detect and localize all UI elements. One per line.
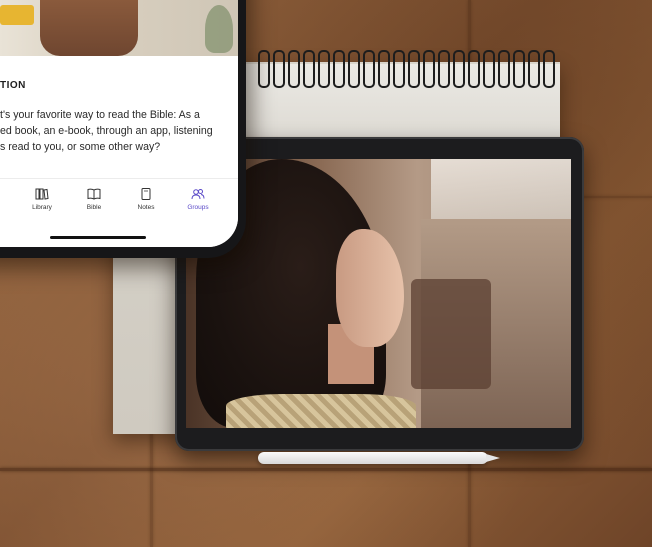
- coil-loop: [513, 50, 525, 88]
- coil-loop: [408, 50, 420, 88]
- coil-loop: [543, 50, 555, 88]
- tab-label: Bible: [86, 204, 102, 211]
- coil-loop: [288, 50, 300, 88]
- smartphone: TION t's your favorite way to read the B…: [0, 0, 246, 258]
- library-icon: [35, 188, 49, 200]
- room-window: [431, 159, 571, 219]
- question-line: s read to you, or some other way?: [0, 141, 161, 153]
- coil-loop: [423, 50, 435, 88]
- discussion-question: t's your favorite way to read the Bible:…: [0, 107, 232, 155]
- groups-icon: [191, 189, 205, 200]
- leather-seam: [150, 430, 153, 547]
- coil-loop: [348, 50, 360, 88]
- stylus-pencil: [258, 452, 488, 464]
- tab-library[interactable]: Library: [22, 188, 62, 211]
- coil-loop: [483, 50, 495, 88]
- coil-loop: [303, 50, 315, 88]
- section-label: TION: [0, 80, 26, 91]
- video-thumbnail[interactable]: [0, 0, 238, 56]
- coil-loop: [453, 50, 465, 88]
- tab-notes[interactable]: Notes: [126, 188, 166, 211]
- lamp-shape: [0, 5, 34, 25]
- question-line: t's your favorite way to read the Bible:…: [0, 109, 200, 121]
- photo-scene: TION t's your favorite way to read the B…: [0, 0, 652, 547]
- tab-label: Groups: [187, 204, 209, 211]
- room-chair: [411, 279, 491, 389]
- coil-loop: [333, 50, 345, 88]
- question-line: ed book, an e-book, through an app, list…: [0, 125, 213, 137]
- coil-loop: [318, 50, 330, 88]
- person-shape: [40, 0, 138, 56]
- woman-blouse: [226, 394, 416, 428]
- coil-loop: [258, 50, 270, 88]
- coil-loop: [438, 50, 450, 88]
- open-book-icon: [87, 188, 101, 200]
- coil-loop: [363, 50, 375, 88]
- tab-bible[interactable]: Bible: [74, 188, 114, 211]
- tab-groups[interactable]: Groups: [178, 188, 218, 211]
- plant-shape: [205, 5, 233, 53]
- home-indicator[interactable]: [50, 236, 146, 239]
- stylus-tip: [486, 454, 500, 462]
- leather-seam: [0, 468, 652, 471]
- tab-label: Library: [32, 204, 52, 211]
- coil-loop: [273, 50, 285, 88]
- coil-loop: [528, 50, 540, 88]
- notes-icon: [141, 188, 151, 200]
- coil-loop: [468, 50, 480, 88]
- coil-loop: [498, 50, 510, 88]
- coil-loop: [393, 50, 405, 88]
- phone-screen: TION t's your favorite way to read the B…: [0, 0, 238, 247]
- coil-loop: [378, 50, 390, 88]
- tab-label: Notes: [137, 204, 155, 211]
